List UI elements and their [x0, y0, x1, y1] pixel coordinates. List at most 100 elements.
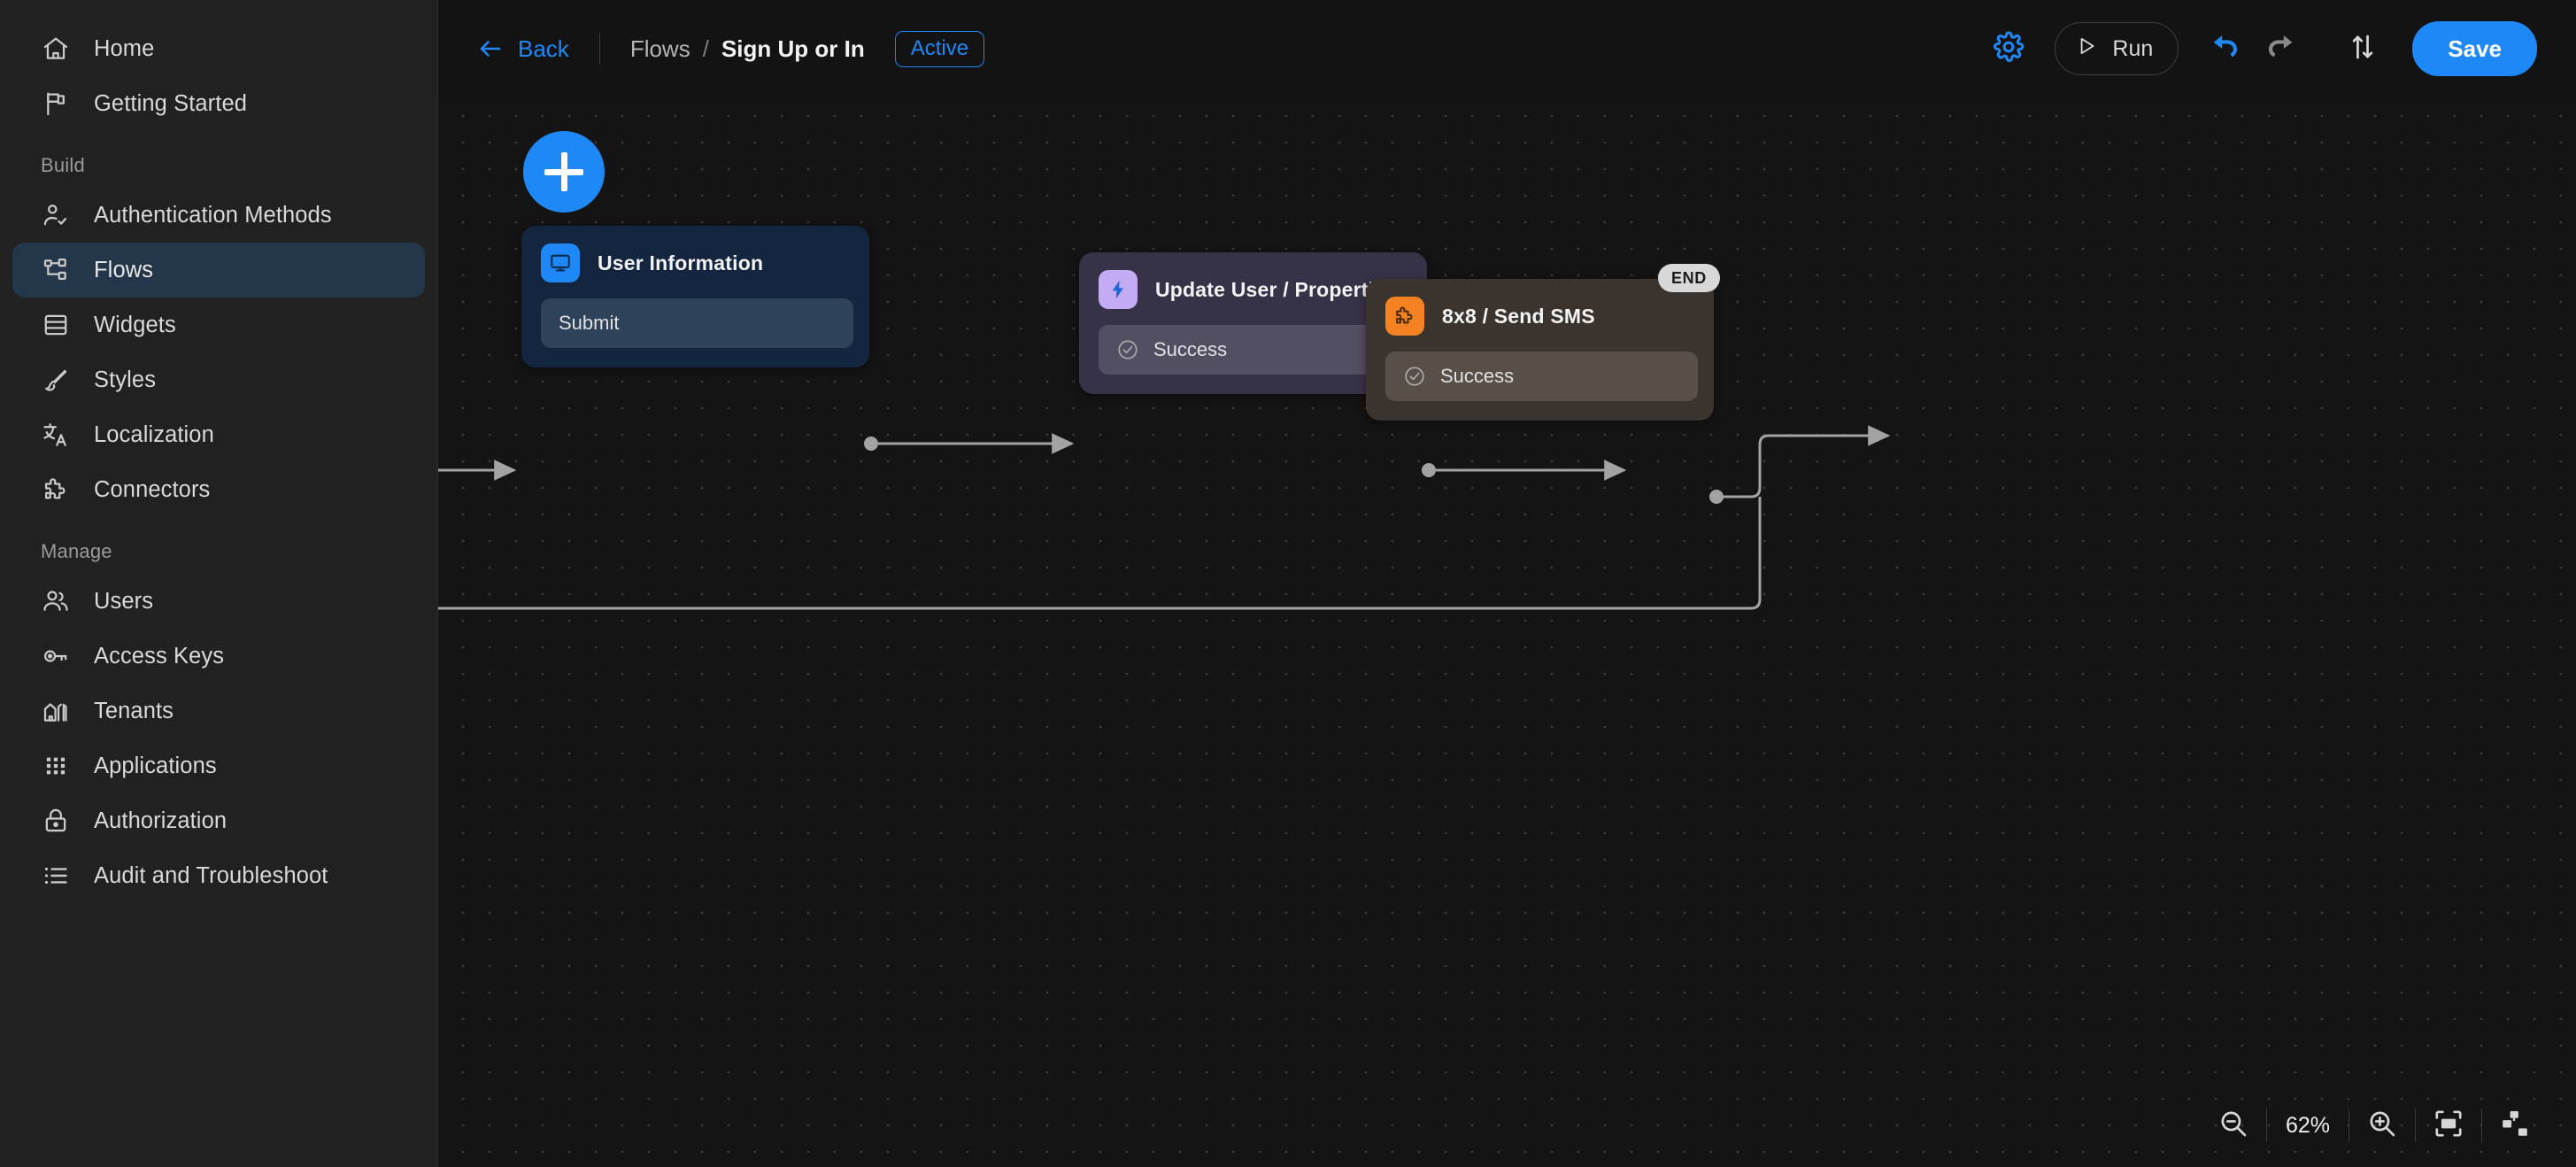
status-badge[interactable]: Active — [894, 30, 985, 67]
list-icon — [41, 861, 71, 891]
widgets-icon — [41, 310, 71, 340]
header-divider — [598, 33, 600, 65]
lightning-bolt-icon — [1099, 270, 1138, 309]
node-header: Update User / Properties — [1099, 270, 1411, 309]
sidebar-section-manage: Manage — [41, 540, 112, 562]
flow-node-end[interactable]: END — [1658, 264, 1720, 292]
port-dot-update-success — [1422, 463, 1436, 477]
breadcrumb-separator: / — [702, 35, 709, 62]
flow-node-8x8-send-sms[interactable]: 8x8 / Send SMS Success — [1366, 279, 1714, 421]
undo-icon — [2209, 29, 2244, 69]
puzzle-icon — [41, 475, 71, 505]
sidebar-item-label: Applications — [94, 753, 217, 778]
import-export-arrows-icon — [2347, 31, 2379, 67]
gear-icon — [1992, 30, 2025, 68]
app-root: Home Getting Started Build Authenticatio… — [0, 0, 2576, 1167]
sidebar-item-getting-started[interactable]: Getting Started — [12, 76, 425, 131]
node-port-submit[interactable]: Submit — [541, 298, 853, 348]
edge-loopback-rail — [438, 497, 1762, 610]
fit-to-screen-button[interactable] — [2416, 1098, 2481, 1153]
sidebar-item-applications[interactable]: Applications — [12, 738, 425, 793]
node-title: User Information — [598, 251, 764, 274]
arrow-left-icon — [477, 35, 504, 62]
sidebar-item-label: Authentication Methods — [94, 202, 332, 228]
magnifier-plus-icon — [2366, 1108, 2398, 1144]
undo-button[interactable] — [2200, 22, 2253, 75]
breadcrumb: Back Flows / Sign Up or In Active — [477, 30, 985, 67]
puzzle-icon — [1385, 297, 1424, 336]
redo-button[interactable] — [2253, 22, 2306, 75]
settings-button[interactable] — [1982, 22, 2035, 75]
save-button[interactable]: Save — [2412, 21, 2537, 76]
add-node-button[interactable] — [523, 131, 605, 213]
run-button[interactable]: Run — [2055, 22, 2179, 75]
sidebar-item-connectors[interactable]: Connectors — [12, 462, 425, 517]
sidebar-item-access-keys[interactable]: Access Keys — [12, 629, 425, 684]
sidebar: Home Getting Started Build Authenticatio… — [0, 0, 438, 1167]
flag-icon — [41, 89, 71, 119]
home-icon — [41, 34, 71, 64]
sidebar-item-authentication-methods[interactable]: Authentication Methods — [12, 188, 425, 243]
sidebar-item-label: Getting Started — [94, 90, 248, 116]
translate-icon — [41, 420, 71, 450]
auto-layout-icon — [2499, 1108, 2531, 1144]
sidebar-item-styles[interactable]: Styles — [12, 352, 425, 407]
sidebar-item-label: Widgets — [94, 312, 176, 337]
sidebar-item-label: Connectors — [94, 476, 211, 502]
brush-icon — [41, 365, 71, 395]
node-title: 8x8 / Send SMS — [1442, 304, 1595, 328]
sidebar-item-flows[interactable]: Flows — [12, 243, 425, 298]
sidebar-section-build: Build — [41, 154, 85, 176]
magnifier-minus-icon — [2217, 1108, 2249, 1144]
zoom-level[interactable]: 62% — [2267, 1113, 2348, 1139]
edge-send-sms-to-end — [1724, 425, 1891, 498]
sidebar-item-label: Flows — [94, 257, 154, 282]
back-button[interactable]: Back — [477, 35, 569, 63]
node-title: Update User / Properties — [1155, 277, 1398, 301]
sidebar-item-tenants[interactable]: Tenants — [12, 684, 425, 738]
flow-canvas[interactable]: User Information Submit Update User / Pr… — [438, 97, 2576, 1167]
import-export-button[interactable] — [2336, 22, 2389, 75]
check-circle-icon — [1116, 338, 1139, 361]
save-label: Save — [2448, 35, 2502, 62]
fit-to-screen-icon — [2433, 1108, 2464, 1144]
node-port-label: Success — [1440, 365, 1515, 387]
screen-icon — [541, 243, 580, 282]
sidebar-item-users[interactable]: Users — [12, 574, 425, 629]
sidebar-item-widgets[interactable]: Widgets — [12, 298, 425, 352]
node-port-success[interactable]: Success — [1385, 352, 1698, 401]
flow-node-user-information[interactable]: User Information Submit — [521, 226, 869, 367]
sidebar-item-label: Tenants — [94, 698, 174, 723]
node-port-success[interactable]: Success — [1099, 325, 1411, 375]
play-icon — [2075, 35, 2098, 64]
node-header: 8x8 / Send SMS — [1385, 297, 1698, 336]
node-port-label: Success — [1153, 338, 1228, 360]
redo-icon — [2262, 29, 2297, 69]
breadcrumb-flows[interactable]: Flows — [630, 35, 690, 63]
node-port-label: Submit — [559, 312, 620, 334]
sidebar-item-authorization[interactable]: Authorization — [12, 793, 425, 848]
zoom-out-button[interactable] — [2201, 1098, 2266, 1153]
node-header: User Information — [541, 243, 853, 282]
users-icon — [41, 586, 71, 616]
sidebar-item-localization[interactable]: Localization — [12, 407, 425, 462]
key-icon — [41, 641, 71, 671]
sidebar-item-home[interactable]: Home — [12, 21, 425, 76]
sidebar-item-label: Authorization — [94, 808, 228, 833]
page-title: Sign Up or In — [721, 35, 865, 62]
sidebar-item-audit-and-troubleshoot[interactable]: Audit and Troubleshoot — [12, 848, 425, 903]
main-area: Back Flows / Sign Up or In Active Run Sa… — [438, 0, 2576, 1167]
zoom-controls: 62% — [2201, 1098, 2548, 1153]
zoom-in-button[interactable] — [2349, 1098, 2415, 1153]
port-dot-sms-success — [1709, 490, 1724, 504]
user-check-icon — [41, 200, 71, 230]
auto-layout-button[interactable] — [2482, 1098, 2548, 1153]
port-dot-submit — [864, 437, 878, 451]
sidebar-item-label: Users — [94, 588, 154, 614]
buildings-icon — [41, 696, 71, 726]
sidebar-item-label: Access Keys — [94, 643, 225, 669]
sidebar-item-label: Localization — [94, 421, 214, 447]
lock-icon — [41, 806, 71, 836]
check-circle-icon — [1403, 365, 1426, 388]
top-toolbar: Back Flows / Sign Up or In Active Run Sa… — [438, 0, 2576, 97]
